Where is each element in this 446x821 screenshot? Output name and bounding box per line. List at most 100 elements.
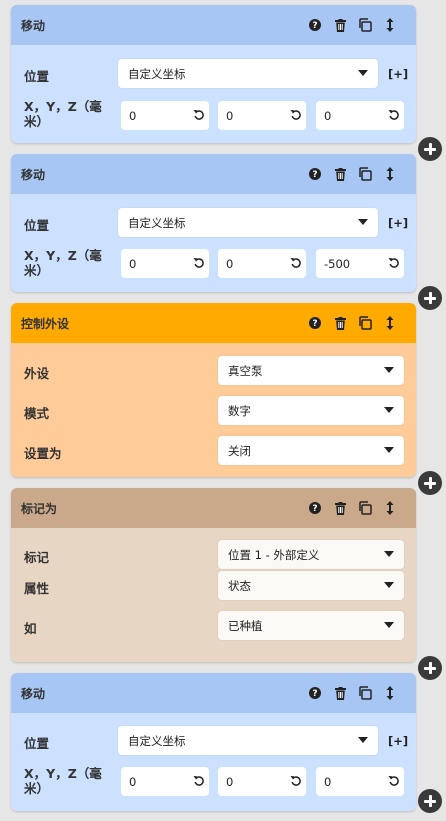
expand-button[interactable]: [+] bbox=[388, 216, 408, 230]
undo-icon[interactable] bbox=[290, 775, 301, 789]
y-value: 0 bbox=[226, 108, 234, 123]
drag-vertical-icon[interactable] bbox=[382, 685, 398, 701]
step-header[interactable]: 移动 ? bbox=[11, 154, 416, 194]
undo-icon[interactable] bbox=[388, 775, 399, 789]
z-input[interactable]: 0 bbox=[316, 101, 404, 130]
z-input[interactable]: 0 bbox=[316, 767, 404, 796]
mark-select[interactable]: 位置 1 - 外部定义 bbox=[218, 540, 404, 569]
undo-icon[interactable] bbox=[388, 257, 399, 271]
mode-label: 模式 bbox=[24, 406, 50, 421]
control-peripheral-step: 控制外设 ? 外设 真空泵 模式 数字 设置为 关闭 bbox=[11, 303, 416, 477]
drag-vertical-icon[interactable] bbox=[382, 17, 398, 33]
undo-icon[interactable] bbox=[193, 109, 204, 123]
position-select-value: 自定义坐标 bbox=[128, 215, 186, 230]
svg-text:?: ? bbox=[312, 689, 317, 699]
undo-icon[interactable] bbox=[290, 109, 301, 123]
right-rail bbox=[418, 0, 446, 821]
position-select[interactable]: 自定义坐标 bbox=[118, 726, 378, 755]
peripheral-select[interactable]: 真空泵 bbox=[218, 356, 404, 385]
x-input[interactable]: 0 bbox=[121, 249, 209, 278]
property-select-value: 状态 bbox=[228, 578, 251, 593]
copy-icon[interactable] bbox=[357, 315, 373, 331]
x-value: 0 bbox=[129, 108, 137, 123]
expand-button[interactable]: [+] bbox=[388, 734, 408, 748]
move-step-3: 移动 ? 位置 自定义坐标 [+] X，Y，Z（毫米） 0 0 0 bbox=[11, 673, 416, 811]
chevron-down-icon bbox=[384, 447, 394, 453]
mark-label: 标记 bbox=[24, 550, 50, 565]
mode-select-value: 数字 bbox=[228, 403, 251, 418]
x-input[interactable]: 0 bbox=[121, 101, 209, 130]
drag-vertical-icon[interactable] bbox=[382, 166, 398, 182]
undo-icon[interactable] bbox=[193, 775, 204, 789]
z-value: 0 bbox=[324, 108, 332, 123]
trash-icon[interactable] bbox=[332, 17, 348, 33]
x-input[interactable]: 0 bbox=[121, 767, 209, 796]
step-title: 标记为 bbox=[21, 501, 58, 516]
chevron-down-icon bbox=[384, 407, 394, 413]
as-select[interactable]: 已种植 bbox=[218, 611, 404, 640]
z-input[interactable]: -500 bbox=[316, 249, 404, 278]
copy-icon[interactable] bbox=[357, 685, 373, 701]
expand-button[interactable]: [+] bbox=[388, 67, 408, 81]
undo-icon[interactable] bbox=[193, 257, 204, 271]
chevron-down-icon bbox=[358, 219, 368, 225]
move-step-1: 移动 ? 位置 自定义坐标 [+] X，Y，Z（毫米） 0 0 0 bbox=[11, 5, 416, 143]
set-to-select[interactable]: 关闭 bbox=[218, 436, 404, 465]
trash-icon[interactable] bbox=[332, 166, 348, 182]
set-to-select-value: 关闭 bbox=[228, 443, 251, 458]
copy-icon[interactable] bbox=[357, 17, 373, 33]
copy-icon[interactable] bbox=[357, 500, 373, 516]
help-circle-icon[interactable]: ? bbox=[307, 17, 323, 33]
help-circle-icon[interactable]: ? bbox=[307, 500, 323, 516]
as-label: 如 bbox=[24, 621, 37, 636]
y-input[interactable]: 0 bbox=[218, 767, 306, 796]
position-select[interactable]: 自定义坐标 bbox=[118, 208, 378, 237]
drag-vertical-icon[interactable] bbox=[382, 500, 398, 516]
svg-text:?: ? bbox=[312, 21, 317, 31]
property-select[interactable]: 状态 bbox=[218, 571, 404, 600]
help-circle-icon[interactable]: ? bbox=[307, 315, 323, 331]
trash-icon[interactable] bbox=[332, 685, 348, 701]
copy-icon[interactable] bbox=[357, 166, 373, 182]
step-title: 控制外设 bbox=[21, 316, 70, 331]
y-value: 0 bbox=[226, 774, 234, 789]
add-step-button[interactable] bbox=[418, 656, 442, 680]
svg-text:?: ? bbox=[312, 170, 317, 180]
add-step-button[interactable] bbox=[418, 789, 442, 813]
step-header[interactable]: 移动 ? bbox=[11, 673, 416, 713]
position-select-value: 自定义坐标 bbox=[128, 733, 186, 748]
peripheral-label: 外设 bbox=[24, 366, 50, 381]
step-header[interactable]: 移动 ? bbox=[11, 5, 416, 45]
position-select-value: 自定义坐标 bbox=[128, 66, 186, 81]
y-input[interactable]: 0 bbox=[218, 101, 306, 130]
xyz-label: X，Y，Z（毫米） bbox=[24, 766, 102, 796]
undo-icon[interactable] bbox=[290, 257, 301, 271]
step-title: 移动 bbox=[21, 167, 46, 182]
chevron-down-icon bbox=[384, 622, 394, 628]
svg-text:?: ? bbox=[312, 319, 317, 329]
add-step-button[interactable] bbox=[418, 137, 442, 161]
x-value: 0 bbox=[129, 256, 137, 271]
z-value: 0 bbox=[324, 774, 332, 789]
position-label: 位置 bbox=[24, 69, 50, 84]
drag-vertical-icon[interactable] bbox=[382, 315, 398, 331]
undo-icon[interactable] bbox=[388, 109, 399, 123]
trash-icon[interactable] bbox=[332, 315, 348, 331]
peripheral-select-value: 真空泵 bbox=[228, 363, 263, 378]
position-select[interactable]: 自定义坐标 bbox=[118, 59, 378, 88]
add-step-button[interactable] bbox=[418, 471, 442, 495]
step-title: 移动 bbox=[21, 686, 46, 701]
x-value: 0 bbox=[129, 774, 137, 789]
trash-icon[interactable] bbox=[332, 500, 348, 516]
mode-select[interactable]: 数字 bbox=[218, 396, 404, 425]
step-header[interactable]: 标记为 ? bbox=[11, 488, 416, 528]
set-to-label: 设置为 bbox=[24, 446, 62, 461]
y-input[interactable]: 0 bbox=[218, 249, 306, 278]
move-step-2: 移动 ? 位置 自定义坐标 [+] X，Y，Z（毫米） 0 0 -500 bbox=[11, 154, 416, 292]
help-circle-icon[interactable]: ? bbox=[307, 166, 323, 182]
xyz-label: X，Y，Z（毫米） bbox=[24, 99, 102, 129]
help-circle-icon[interactable]: ? bbox=[307, 685, 323, 701]
step-header[interactable]: 控制外设 ? bbox=[11, 303, 416, 343]
add-step-button[interactable] bbox=[418, 286, 442, 310]
position-label: 位置 bbox=[24, 218, 50, 233]
